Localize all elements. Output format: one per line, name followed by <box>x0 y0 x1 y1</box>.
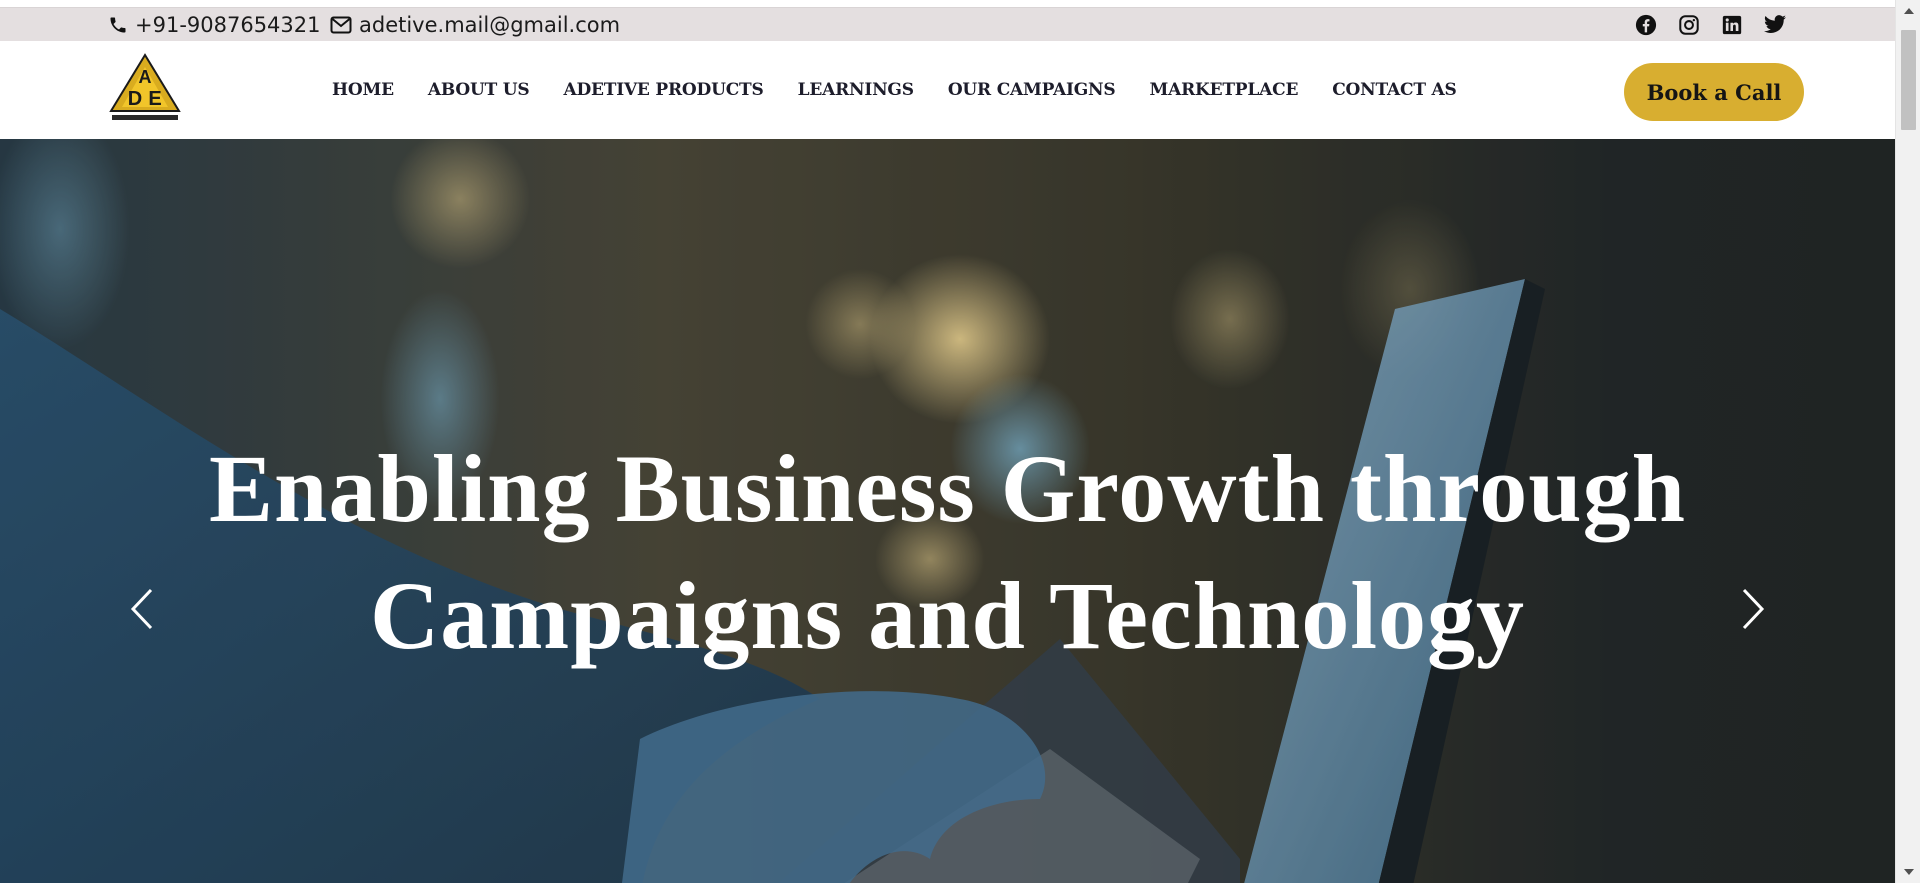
hero-carousel: Enabling Business Growth through Campaig… <box>0 139 1895 883</box>
nav-about-us[interactable]: ABOUT US <box>428 80 530 100</box>
nav-marketplace[interactable]: MARKETPLACE <box>1149 80 1298 100</box>
nav-learnings[interactable]: LEARNINGS <box>798 80 914 100</box>
carousel-prev-button[interactable] <box>120 579 164 639</box>
phone-icon <box>110 17 126 33</box>
chevron-left-icon <box>130 588 153 630</box>
hero-headline-line-1: Enabling Business Growth through <box>209 435 1686 542</box>
svg-text:E: E <box>148 88 161 110</box>
brand-logo[interactable]: A D E <box>108 53 182 125</box>
hero-headline-line-2: Campaigns and Technology <box>369 562 1526 669</box>
carousel-next-button[interactable] <box>1731 579 1775 639</box>
hero-headline: Enabling Business Growth through Campaig… <box>0 425 1895 679</box>
phone-contact[interactable]: +91-9087654321 <box>108 8 321 42</box>
chevron-right-icon <box>1742 588 1765 630</box>
scroll-down-arrow[interactable] <box>1896 861 1920 883</box>
email-contact[interactable]: adetive.mail@gmail.com <box>330 8 620 42</box>
scrollbar-thumb[interactable] <box>1901 30 1916 130</box>
book-a-call-button[interactable]: Book a Call <box>1624 63 1804 121</box>
main-navbar: A D E HOME ABOUT US ADETIVE PRODUCTS LEA… <box>0 41 1895 139</box>
top-contact-bar: +91-9087654321 adetive.mail@gmail.com <box>0 7 1895 41</box>
svg-text:D: D <box>128 88 142 110</box>
social-links <box>1634 8 1787 42</box>
twitter-icon[interactable] <box>1763 13 1787 37</box>
svg-text:A: A <box>139 67 152 87</box>
instagram-icon[interactable] <box>1677 13 1701 37</box>
caret-down-icon <box>1903 869 1914 875</box>
phone-number: +91-9087654321 <box>135 13 321 37</box>
caret-up-icon <box>1903 8 1914 14</box>
facebook-icon[interactable] <box>1634 13 1658 37</box>
scroll-up-arrow[interactable] <box>1896 0 1920 22</box>
linkedin-icon[interactable] <box>1720 13 1744 37</box>
email-address: adetive.mail@gmail.com <box>359 13 621 37</box>
nav-home[interactable]: HOME <box>332 80 394 100</box>
nav-our-campaigns[interactable]: OUR CAMPAIGNS <box>948 80 1116 100</box>
page: +91-9087654321 adetive.mail@gmail.com A … <box>0 0 1895 883</box>
envelope-icon <box>330 16 352 34</box>
primary-nav: HOME ABOUT US ADETIVE PRODUCTS LEARNINGS… <box>332 41 1491 139</box>
nav-adetive-products[interactable]: ADETIVE PRODUCTS <box>563 80 763 100</box>
page-scrollbar[interactable] <box>1895 0 1920 883</box>
nav-contact-as[interactable]: CONTACT AS <box>1332 80 1457 100</box>
